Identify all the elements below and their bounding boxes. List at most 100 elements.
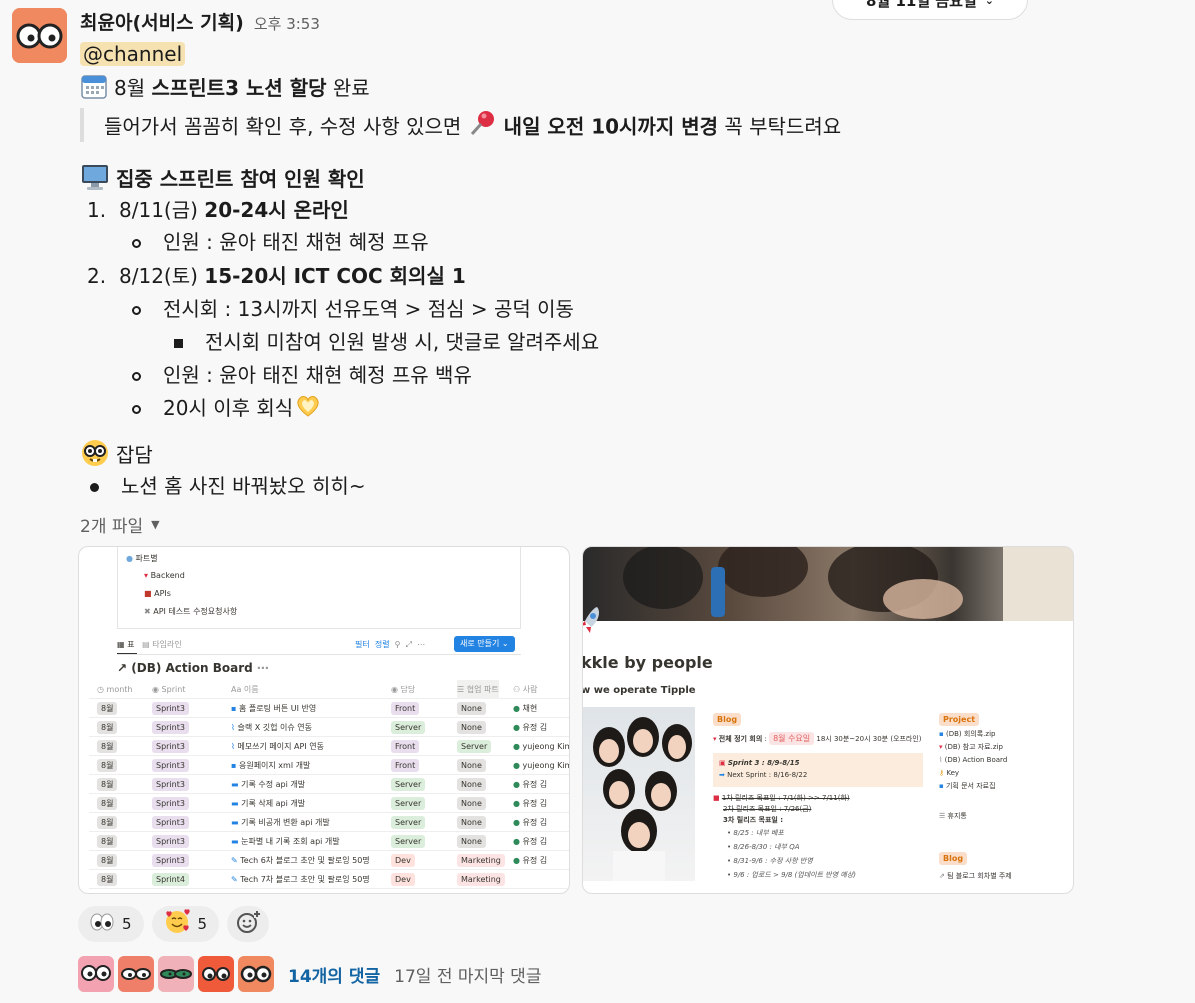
owner-tag: Server (391, 815, 426, 829)
month-tag: 8월 (97, 777, 118, 791)
avatar[interactable] (12, 8, 67, 63)
project-label: Project (939, 713, 980, 726)
person-avatar-icon: ● (513, 798, 520, 808)
list-item: 1. 8/11(금) 20-24시 온라인 (87, 196, 349, 224)
text: 들어가서 꼼꼼히 확인 후, 수정 사항 있으면 (104, 114, 468, 139)
column-header: ◷ month (97, 680, 133, 699)
month-tag: 8월 (97, 758, 118, 772)
blog-label: Blog (939, 852, 968, 865)
text: Sprint 3 : 8/9-8/15 (727, 759, 800, 767)
month-tag: 8월 (97, 834, 118, 848)
view-tabs: ▦ 표 ▤ 타임라인 (117, 635, 182, 654)
table-row: 8월 Sprint3 ✎ Tech 6차 블로그 초안 및 팔로잉 50명 Dev Ma… (89, 851, 569, 870)
text: APIs (154, 589, 171, 598)
sender-name[interactable]: 최윤아(서비스 기획) (80, 8, 244, 35)
list-item: 2. 8/12(토) 15-20시 ICT COC 회의실 1 (87, 262, 466, 290)
timestamp[interactable]: 오후 3:53 (254, 13, 320, 34)
text: 8/12(토) (119, 264, 205, 288)
page-icon: ▪ (231, 760, 237, 770)
text: Next Sprint : 8/16-8/22 (727, 771, 808, 779)
task-name: Tech 7차 블로그 초안 및 팔로잉 50명 (240, 874, 370, 884)
sprint-callout: ▣ Sprint 3 : 8/9-8/15 ➡ Next Sprint : 8/… (713, 753, 923, 787)
blog-item: ⇗ 팀 블로그 회차별 주제 (939, 867, 1073, 886)
project-item: ⌇ (DB) Action Board (939, 754, 1073, 767)
text: 20시 이후 회식 (163, 396, 294, 420)
folder-icon: ▪ (939, 730, 944, 738)
meeting-item: ▾ 전체 정기 회의 : 8월 수요일 18시 30분~20시 30분 (오프라… (713, 732, 922, 745)
expand-icon: ⤢ (405, 640, 413, 649)
date-label: 8월 11일 금요일 (866, 0, 977, 10)
sidebar-item: ✖ API 테스트 수정요청사항 (144, 602, 237, 621)
page-icon: ▬ (231, 817, 239, 827)
desktop-computer-icon (80, 162, 110, 199)
reaction-hearts[interactable]: 5 (151, 906, 220, 942)
text: Backend (150, 571, 185, 580)
thread-replies[interactable]: 14개의 댓글 17일 전 마지막 댓글 (78, 956, 541, 992)
notion-line: 8월 스프린트3 노션 할당 완료 (80, 72, 370, 107)
text: 팀 블로그 회차별 주제 (947, 872, 1012, 880)
month-tag: 8월 (97, 739, 118, 753)
column-header: ◉ 담당 (391, 680, 415, 699)
chevron-down-icon: ⌄ (984, 0, 994, 7)
file-thumbnail-notion-home[interactable]: kkle by people w we operate Tipple Blog … (582, 546, 1074, 894)
table-row: 8월 Sprint3 ▬ 기록 비공개 변환 api 개발 Server None ● 유… (89, 813, 569, 832)
trash-icon: ☰ (939, 812, 946, 820)
next-arrow-icon: ➡ (719, 771, 725, 779)
channel-mention[interactable]: @channel (80, 42, 186, 66)
text: 휴지통 (947, 812, 967, 820)
person-name: yujeong Kim (522, 760, 570, 770)
page-heading: kkle by people (582, 653, 713, 672)
group-photo (583, 707, 695, 881)
owner-tag: Server (391, 796, 426, 810)
owner-tag: Server (391, 834, 426, 848)
files-toggle[interactable]: 2개 파일 ▼ (80, 512, 160, 537)
sprint-tag: Sprint3 (152, 777, 189, 791)
list-item: • 8/25 : 내부 배포 (727, 829, 784, 837)
text: 이름 (243, 684, 259, 694)
person-name: 유정 김 (522, 722, 548, 732)
page-icon: ▪ (231, 703, 237, 713)
last-reply-time: 17일 전 마지막 댓글 (394, 966, 542, 987)
owner-tag: Dev (391, 853, 415, 867)
collab-tag: None (457, 796, 486, 810)
text: month (106, 684, 133, 694)
reaction-eyes[interactable]: 5 (78, 906, 144, 942)
file-thumbnail-action-board[interactable]: ● 파트별 ▾ Backend ■ APIs ✖ API 테스트 수정요청사항 … (78, 546, 570, 894)
list-item: 전시회 : 13시까지 선유도역 > 점심 > 공덕 이동 (132, 295, 574, 323)
sprint-tag: Sprint3 (152, 796, 189, 810)
gift-icon: ■ (144, 589, 152, 598)
add-reaction-button[interactable] (227, 906, 270, 942)
eyes-icon (90, 912, 114, 936)
sprint-tag: Sprint3 (152, 853, 189, 867)
sort-link: 정렬 (374, 640, 390, 649)
project-column: Project ▪ (DB) 회의록.zip ▾ (DB) 참고 자료.zip … (939, 707, 1073, 886)
column-header: ☰ 협업 파트 (457, 679, 499, 699)
sprint-tag: Sprint3 (152, 758, 189, 772)
reply-count-link[interactable]: 14개의 댓글 (288, 962, 380, 987)
task-name: 응원페이지 xml 개발 (238, 760, 311, 770)
list-item: 인원 : 윤아 태진 채현 혜정 프유 (132, 228, 429, 256)
task-name: 기록 수정 api 개발 (241, 779, 306, 789)
day-tag: 8월 수요일 (769, 732, 815, 745)
project-item: ▪ (DB) 회의록.zip (939, 728, 1073, 741)
heart-hands-icon (295, 394, 321, 425)
column-header: Aa 이름 (231, 680, 259, 699)
table-row: 8월 Sprint3 ▬ 기록 수정 api 개발 Server None ● 유정 김 (89, 775, 569, 794)
person-avatar-icon: ● (513, 817, 520, 827)
bullet-circle-icon (132, 372, 141, 381)
sprint-tag: Sprint3 (152, 834, 189, 848)
calendar-icon: ▣ (719, 759, 726, 767)
blog-column: Blog ▾ 전체 정기 회의 : 8월 수요일 18시 30분~20시 30분… (713, 707, 923, 882)
page-subheading: w we operate Tipple (582, 685, 696, 696)
date-divider-button[interactable]: 8월 11일 금요일 ⌄ (832, 0, 1028, 20)
reply-avatar (238, 956, 274, 992)
page-icon: ⌇ (231, 722, 235, 732)
section-title-sprint: 집중 스프린트 참여 인원 확인 (80, 162, 365, 199)
new-button: 새로 만들기 ⌄ (454, 636, 515, 652)
divider (117, 654, 521, 655)
sprint-tag: Sprint4 (152, 872, 189, 886)
person-avatar-icon: ● (513, 703, 520, 713)
list-item: 노션 홈 사진 바꿔놨오 히히~ (90, 472, 366, 500)
text: Sprint (161, 684, 186, 694)
text: 협업 파트 (466, 684, 499, 694)
